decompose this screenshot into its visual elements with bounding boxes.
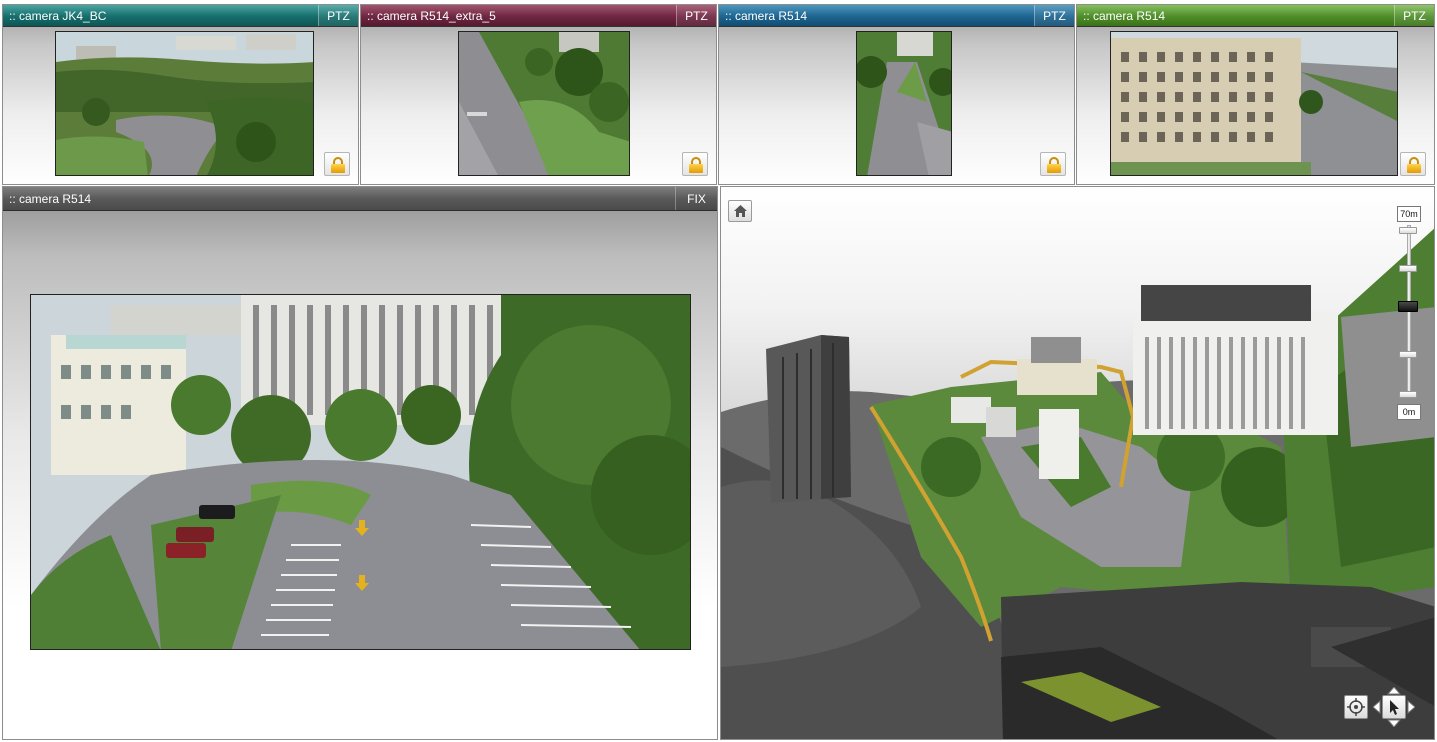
zoom-step[interactable] <box>1399 351 1417 358</box>
fixed-camera-panel: :: camera R514 FIX <box>2 186 718 740</box>
target-icon <box>1347 698 1365 716</box>
zoom-slider-handle[interactable] <box>1398 301 1418 312</box>
camera-title: :: camera JK4_BC <box>9 9 107 23</box>
main-camera-feed[interactable] <box>30 294 691 650</box>
home-button[interactable] <box>728 200 752 222</box>
home-icon <box>734 205 747 217</box>
fix-mode-button[interactable]: FIX <box>675 187 717 210</box>
camera-feed-thumbnail[interactable] <box>458 31 630 176</box>
camera-title: :: camera R514_extra_5 <box>367 9 496 23</box>
camera-header[interactable]: :: camera R514_extra_5 PTZ <box>361 5 716 27</box>
camera-header[interactable]: :: camera R514 PTZ <box>719 5 1074 27</box>
camera-panel-r514-2: :: camera R514 PTZ <box>1076 4 1435 185</box>
camera-title: :: camera R514 <box>1083 9 1166 23</box>
zoom-min-label: 0m <box>1397 404 1421 420</box>
zoom-max-label: 70m <box>1397 206 1421 222</box>
zoom-step[interactable] <box>1399 391 1417 398</box>
target-button[interactable] <box>1344 695 1368 719</box>
camera-feed-thumbnail[interactable] <box>856 31 952 176</box>
camera-feed-thumbnail[interactable] <box>55 31 314 176</box>
lock-button[interactable] <box>324 152 350 176</box>
map-3d-panel[interactable]: 70m 0m <box>720 186 1435 740</box>
camera-feed-thumbnail[interactable] <box>1110 31 1398 176</box>
ptz-mode-button[interactable]: PTZ <box>1034 5 1074 26</box>
zoom-step[interactable] <box>1399 265 1417 272</box>
camera-header[interactable]: :: camera JK4_BC PTZ <box>3 5 358 27</box>
lock-button[interactable] <box>1400 152 1426 176</box>
pointer-icon <box>1390 700 1399 715</box>
ptz-mode-button[interactable]: PTZ <box>318 5 358 26</box>
lock-button[interactable] <box>682 152 708 176</box>
camera-panel-r514: :: camera R514 PTZ <box>718 4 1075 185</box>
ptz-mode-button[interactable]: PTZ <box>676 5 716 26</box>
camera-header[interactable]: :: camera R514 FIX <box>3 187 717 211</box>
zoom-step[interactable] <box>1399 227 1417 234</box>
camera-header[interactable]: :: camera R514 PTZ <box>1077 5 1434 27</box>
camera-panel-jk4-bc: :: camera JK4_BC PTZ <box>2 4 359 185</box>
map-3d-scene[interactable] <box>721 187 1435 740</box>
camera-title: :: camera R514 <box>725 9 808 23</box>
pointer-button[interactable] <box>1382 695 1406 719</box>
ptz-mode-button[interactable]: PTZ <box>1394 5 1434 26</box>
lock-button[interactable] <box>1040 152 1066 176</box>
camera-panel-r514-extra-5: :: camera R514_extra_5 PTZ <box>360 4 717 185</box>
camera-title: :: camera R514 <box>9 192 92 206</box>
